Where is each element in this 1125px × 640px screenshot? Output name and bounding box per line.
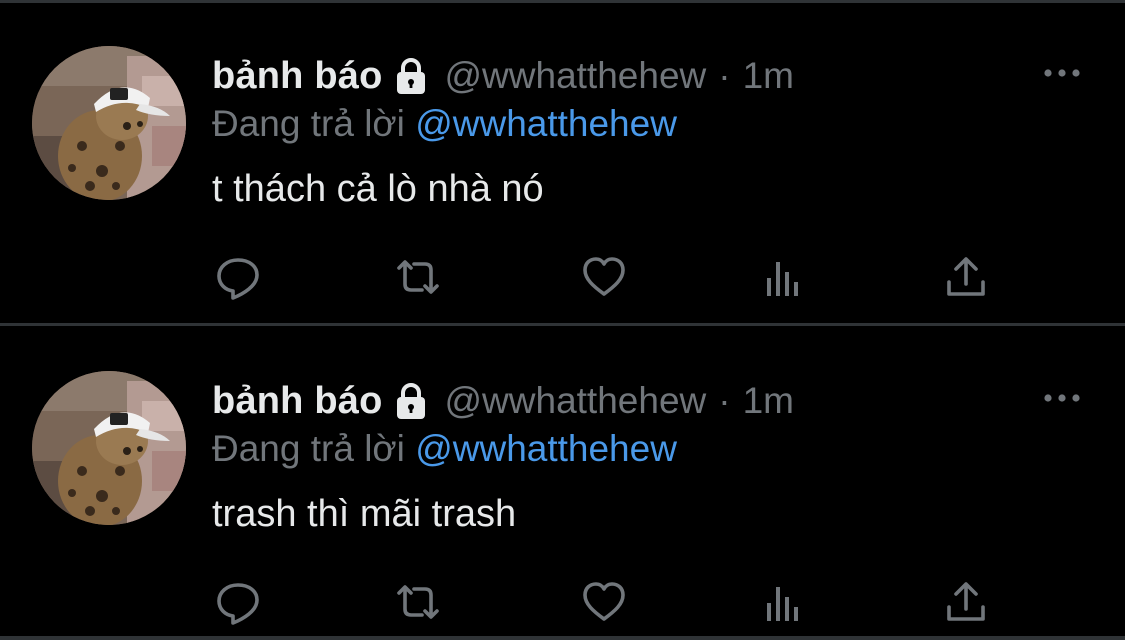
reply-prefix: Đang trả lời — [212, 103, 405, 144]
separator-dot: · — [718, 55, 731, 96]
user-handle[interactable]: @wwhatthehew — [445, 55, 707, 97]
retweet-button[interactable] — [392, 251, 444, 303]
reply-button[interactable] — [212, 251, 264, 303]
like-icon — [581, 579, 627, 625]
reply-button[interactable] — [212, 576, 264, 628]
reply-icon — [215, 579, 261, 625]
like-button[interactable] — [578, 251, 630, 303]
share-button[interactable] — [940, 251, 992, 303]
timestamp[interactable]: 1m — [743, 55, 794, 97]
like-button[interactable] — [578, 576, 630, 628]
tweet[interactable]: bảnh báo @wwhatthehew · 1m Đang trả lời … — [0, 328, 1125, 633]
separator-dot: · — [718, 380, 731, 421]
bottom-divider — [0, 636, 1125, 640]
more-icon[interactable] — [1040, 55, 1084, 91]
stats-icon — [761, 254, 807, 300]
like-icon — [581, 254, 627, 300]
timestamp[interactable]: 1m — [743, 380, 794, 422]
share-icon — [943, 579, 989, 625]
reply-prefix: Đang trả lời — [212, 428, 405, 469]
display-name[interactable]: bảnh báo — [212, 55, 383, 98]
replying-to: Đang trả lời @wwhatthehew — [212, 428, 677, 476]
retweet-icon — [395, 254, 441, 300]
stats-icon — [761, 579, 807, 625]
action-bar — [0, 251, 1125, 307]
display-name[interactable]: bảnh báo — [212, 380, 383, 423]
retweet-button[interactable] — [392, 576, 444, 628]
retweet-icon — [395, 579, 441, 625]
tweet-header: bảnh báo @wwhatthehew · 1m — [212, 51, 794, 101]
replying-to: Đang trả lời @wwhatthehew — [212, 103, 677, 151]
tweet-header: bảnh báo @wwhatthehew · 1m — [212, 376, 794, 426]
lock-icon — [391, 56, 431, 96]
share-button[interactable] — [940, 576, 992, 628]
user-handle[interactable]: @wwhatthehew — [445, 380, 707, 422]
lock-icon — [391, 381, 431, 421]
reply-mention-link[interactable]: @wwhatthehew — [415, 428, 677, 469]
stats-button[interactable] — [758, 251, 810, 303]
reply-mention-link[interactable]: @wwhatthehew — [415, 103, 677, 144]
tweet[interactable]: bảnh báo @wwhatthehew · 1m Đang trả lời … — [0, 3, 1125, 308]
tweet-text: trash thì mãi trash — [212, 493, 517, 535]
stats-button[interactable] — [758, 576, 810, 628]
tweet-text: t thách cả lò nhà nó — [212, 168, 544, 210]
tweet-divider — [0, 323, 1125, 326]
avatar[interactable] — [32, 371, 186, 525]
avatar[interactable] — [32, 46, 186, 200]
more-icon[interactable] — [1040, 380, 1084, 416]
reply-icon — [215, 254, 261, 300]
share-icon — [943, 254, 989, 300]
action-bar — [0, 576, 1125, 632]
